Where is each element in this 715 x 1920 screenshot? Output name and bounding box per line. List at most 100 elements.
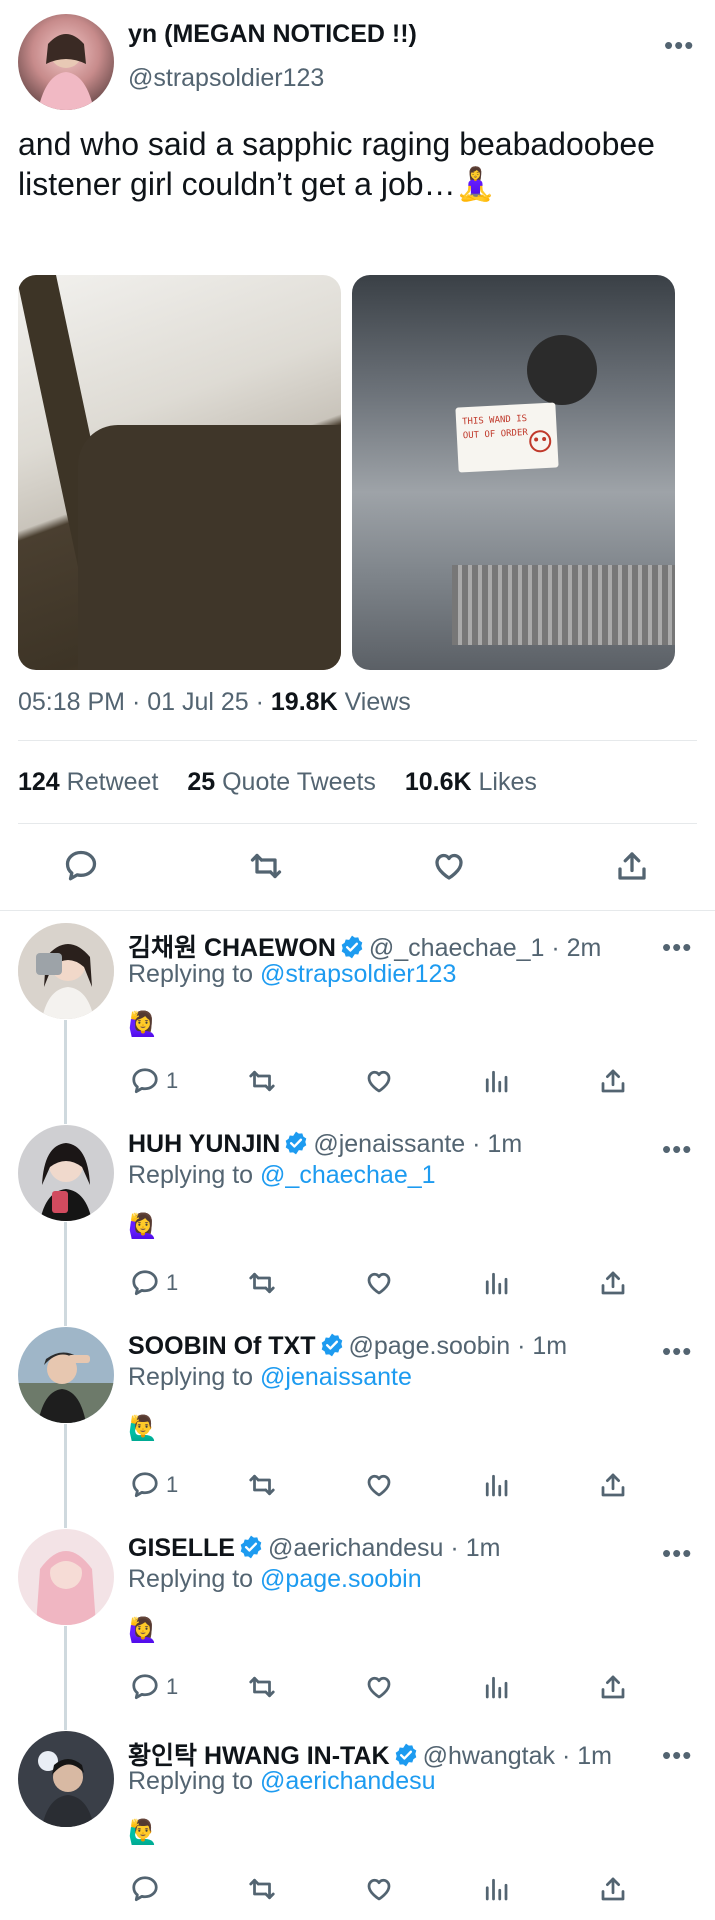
reply-icon[interactable] bbox=[130, 1874, 160, 1904]
author-name[interactable]: yn (MEGAN NOTICED !!) bbox=[128, 20, 417, 49]
reply-icon[interactable] bbox=[130, 1268, 160, 1298]
replying-to-prefix: Replying to bbox=[128, 1565, 261, 1593]
reply-author-name[interactable]: SOOBIN Of TXT bbox=[128, 1332, 316, 1360]
reply-text: 🙋‍♀️ bbox=[128, 1213, 158, 1240]
more-dots-icon[interactable]: ••• bbox=[662, 1136, 692, 1162]
reply-icon[interactable] bbox=[130, 1672, 160, 1702]
replying-to: Replying to @strapsoldier123 bbox=[128, 960, 456, 989]
likes-label[interactable]: Likes bbox=[479, 768, 537, 796]
replying-to-handle[interactable]: @aerichandesu bbox=[260, 1767, 436, 1795]
retweet-icon[interactable] bbox=[247, 1672, 277, 1702]
tweet-stats: 124 Retweet 25 Quote Tweets 10.6K Likes bbox=[18, 768, 559, 797]
reply-icon[interactable] bbox=[130, 1470, 160, 1500]
analytics-icon[interactable] bbox=[481, 1066, 511, 1096]
reply-header: 김채원 CHAEWON @_chaechae_1 · 2m bbox=[128, 928, 601, 964]
share-icon[interactable] bbox=[598, 1672, 628, 1702]
reply-time: · 2m bbox=[551, 934, 602, 962]
apron-shape bbox=[78, 425, 341, 670]
replying-to-handle[interactable]: @jenaissante bbox=[260, 1363, 412, 1391]
thread-line bbox=[64, 1626, 67, 1730]
retweet-icon[interactable] bbox=[247, 1066, 277, 1096]
share-icon[interactable] bbox=[598, 1470, 628, 1500]
replying-to-handle[interactable]: @_chaechae_1 bbox=[260, 1161, 436, 1189]
more-dots-icon[interactable]: ••• bbox=[662, 1338, 692, 1364]
author-handle[interactable]: @strapsoldier123 bbox=[128, 64, 324, 93]
replying-to: Replying to @jenaissante bbox=[128, 1363, 412, 1392]
reply-author-name[interactable]: GISELLE bbox=[128, 1534, 235, 1562]
share-icon[interactable] bbox=[614, 848, 650, 884]
reply-count: 1 bbox=[166, 1270, 179, 1295]
divider bbox=[18, 823, 697, 824]
retweet-icon[interactable] bbox=[247, 1268, 277, 1298]
thread-line bbox=[64, 1222, 67, 1326]
thread-line bbox=[64, 1424, 67, 1528]
more-dots-icon[interactable]: ••• bbox=[662, 934, 692, 960]
more-dots-icon[interactable]: ••• bbox=[662, 1742, 692, 1768]
reply-author-name[interactable]: 김채원 CHAEWON bbox=[128, 934, 336, 962]
author-avatar[interactable] bbox=[18, 14, 114, 110]
retweets-count[interactable]: 124 bbox=[18, 768, 60, 796]
like-icon[interactable] bbox=[364, 1672, 394, 1702]
likes-count[interactable]: 10.6K bbox=[405, 768, 472, 796]
like-icon[interactable] bbox=[364, 1470, 394, 1500]
reply-time: · 1m bbox=[561, 1742, 612, 1770]
replying-to-handle[interactable]: @page.soobin bbox=[260, 1565, 422, 1593]
tweet-photo-espresso-machine[interactable]: THIS WAND IS OUT OF ORDER bbox=[352, 275, 675, 670]
reply-author-handle[interactable]: @aerichandesu bbox=[268, 1534, 444, 1562]
reply-author-name[interactable]: 황인탁 HWANG IN-TAK bbox=[128, 1742, 390, 1770]
reply-time: · 1m bbox=[517, 1332, 568, 1360]
drip-tray-shape bbox=[452, 565, 675, 645]
more-dots-icon[interactable]: ••• bbox=[664, 32, 694, 58]
reply-count: 1 bbox=[166, 1674, 179, 1699]
analytics-icon[interactable] bbox=[481, 1470, 511, 1500]
reply-text: 🙋‍♂️ bbox=[128, 1819, 158, 1846]
retweets-label[interactable]: Retweet bbox=[67, 768, 159, 796]
divider bbox=[18, 740, 697, 741]
retweet-icon[interactable] bbox=[248, 848, 284, 884]
replying-to-prefix: Replying to bbox=[128, 1161, 261, 1189]
reply-avatar[interactable] bbox=[18, 1731, 114, 1827]
reply-avatar[interactable] bbox=[18, 1529, 114, 1625]
replying-to-handle[interactable]: @strapsoldier123 bbox=[260, 960, 456, 988]
like-icon[interactable] bbox=[364, 1874, 394, 1904]
replying-to: Replying to @aerichandesu bbox=[128, 1767, 436, 1796]
replying-to-prefix: Replying to bbox=[128, 1767, 261, 1795]
reply-author-handle[interactable]: @page.soobin bbox=[349, 1332, 511, 1360]
divider bbox=[0, 910, 715, 911]
like-icon[interactable] bbox=[364, 1268, 394, 1298]
quotes-count[interactable]: 25 bbox=[187, 768, 215, 796]
like-icon[interactable] bbox=[431, 848, 467, 884]
share-icon[interactable] bbox=[598, 1874, 628, 1904]
reply-avatar[interactable] bbox=[18, 1327, 114, 1423]
reply-count: 1 bbox=[166, 1472, 179, 1497]
tweet-photo-apron[interactable] bbox=[18, 275, 341, 670]
reply-icon[interactable] bbox=[130, 1066, 160, 1096]
reply-header: GISELLE @aerichandesu · 1m bbox=[128, 1534, 500, 1563]
analytics-icon[interactable] bbox=[481, 1672, 511, 1702]
reply-header: SOOBIN Of TXT @page.soobin · 1m bbox=[128, 1332, 567, 1361]
reply-author-handle[interactable]: @_chaechae_1 bbox=[369, 934, 545, 962]
reply-author-name[interactable]: HUH YUNJIN bbox=[128, 1130, 280, 1158]
reply-avatar[interactable] bbox=[18, 923, 114, 1019]
reply-author-handle[interactable]: @hwangtak bbox=[423, 1742, 555, 1770]
analytics-icon[interactable] bbox=[481, 1268, 511, 1298]
verified-badge-icon bbox=[341, 935, 363, 959]
verified-badge-icon bbox=[395, 1743, 416, 1767]
reply-time: · 1m bbox=[450, 1534, 501, 1562]
analytics-icon[interactable] bbox=[481, 1874, 511, 1904]
quotes-label[interactable]: Quote Tweets bbox=[222, 768, 376, 796]
tweet-text: and who said a sapphic raging beabadoobe… bbox=[18, 126, 655, 202]
more-dots-icon[interactable]: ••• bbox=[662, 1540, 692, 1566]
reply-text: 🙋‍♀️ bbox=[128, 1011, 158, 1038]
retweet-icon[interactable] bbox=[247, 1874, 277, 1904]
machine-knob-shape bbox=[527, 335, 597, 405]
replying-to-prefix: Replying to bbox=[128, 960, 261, 988]
share-icon[interactable] bbox=[598, 1066, 628, 1096]
retweet-icon[interactable] bbox=[247, 1470, 277, 1500]
like-icon[interactable] bbox=[364, 1066, 394, 1096]
verified-badge-icon bbox=[321, 1333, 342, 1357]
reply-author-handle[interactable]: @jenaissante bbox=[313, 1130, 465, 1158]
share-icon[interactable] bbox=[598, 1268, 628, 1298]
reply-avatar[interactable] bbox=[18, 1125, 114, 1221]
reply-icon[interactable] bbox=[63, 848, 99, 884]
